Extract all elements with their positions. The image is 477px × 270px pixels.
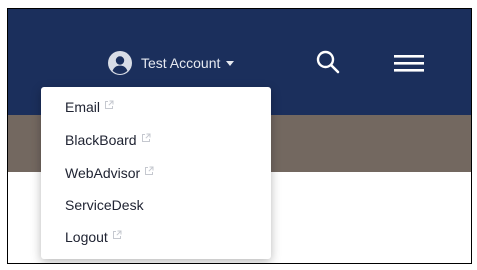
account-dropdown-menu: Email BlackBoard WebAdvisor ServiceDesk … xyxy=(41,87,271,259)
search-icon xyxy=(316,50,340,74)
menu-item-label: Email xyxy=(65,99,101,115)
main-menu-button[interactable] xyxy=(392,51,426,75)
external-link-icon xyxy=(145,166,154,175)
menu-item-label: Logout xyxy=(65,229,108,245)
hamburger-menu-icon xyxy=(394,55,424,72)
external-link-icon xyxy=(112,230,122,239)
account-menu-toggle[interactable]: Test Account xyxy=(108,51,235,75)
menu-item-logout[interactable]: Logout xyxy=(41,224,271,250)
menu-item-label: BlackBoard xyxy=(65,132,137,148)
menu-item-servicedesk[interactable]: ServiceDesk xyxy=(41,192,271,218)
menu-item-label: ServiceDesk xyxy=(65,197,144,213)
menu-item-email[interactable]: Email xyxy=(41,94,271,120)
browser-viewport: Test Account Email BlackBoard WebAdvisor… xyxy=(7,8,472,264)
user-circle-icon xyxy=(108,51,132,75)
menu-item-webadvisor[interactable]: WebAdvisor xyxy=(41,160,271,186)
menu-item-blackboard[interactable]: BlackBoard xyxy=(41,127,271,153)
caret-down-icon xyxy=(226,60,235,66)
account-name: Test Account xyxy=(141,55,221,71)
menu-item-label: WebAdvisor xyxy=(65,165,141,181)
search-button[interactable] xyxy=(315,49,341,75)
external-link-icon xyxy=(105,100,114,109)
external-link-icon xyxy=(141,133,151,142)
